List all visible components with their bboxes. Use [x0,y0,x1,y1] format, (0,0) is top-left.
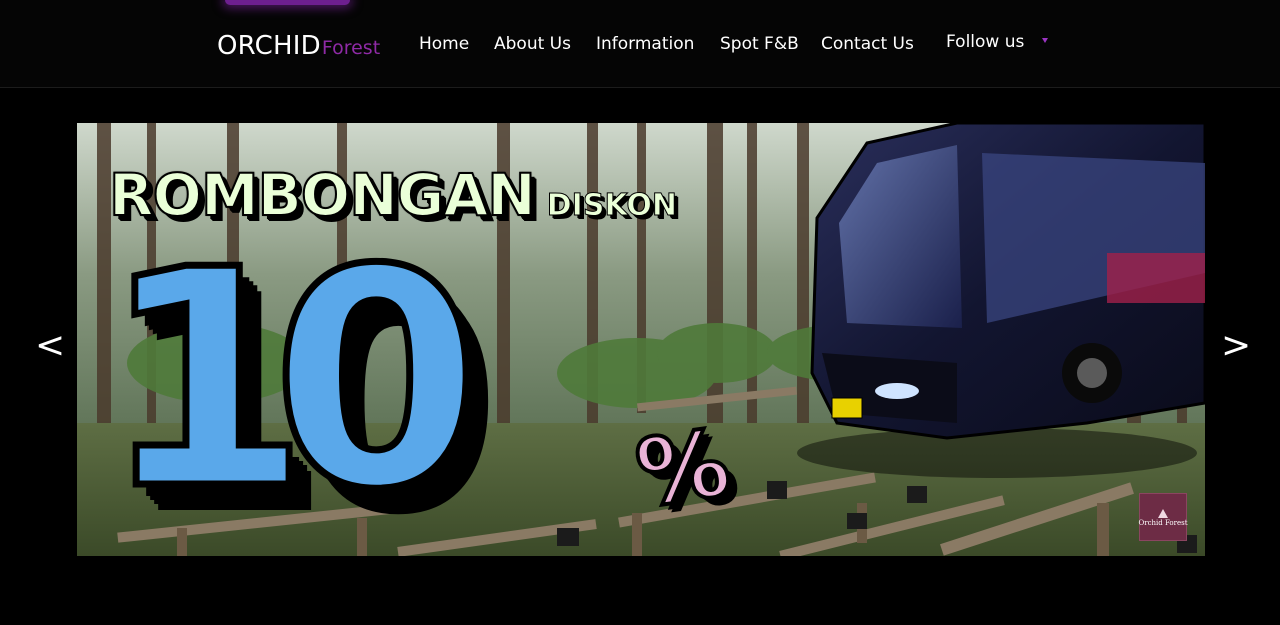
promo-carousel: < ROMBONGAN DISKON 10 % Orchid Forest > [0,88,1280,625]
active-indicator [225,0,350,5]
carousel-prev-button[interactable]: < [35,325,65,366]
orchid-logo-icon [1158,508,1168,518]
brand-logo[interactable]: ORCHID Forest [217,31,380,61]
promo-slide[interactable]: ROMBONGAN DISKON 10 % Orchid Forest [77,123,1205,556]
site-header: ORCHID Forest Home About Us Information … [0,0,1280,88]
headline-diskon: DISKON [546,188,677,224]
brand-accent: Forest [321,37,381,59]
watermark-text: Orchid Forest [1138,518,1188,527]
orchid-forest-watermark: Orchid Forest [1138,493,1188,541]
caret-down-icon [1042,37,1049,43]
brand-name: ORCHID [217,31,321,61]
nav-contact-us[interactable]: Contact Us [821,34,914,54]
nav-information[interactable]: Information [596,34,694,54]
carousel-next-button[interactable]: > [1221,325,1251,366]
nav-about-us[interactable]: About Us [494,34,571,54]
nav-spot-fb[interactable]: Spot F&B [720,34,799,54]
discount-number: 10 [97,206,484,555]
follow-us-label: Follow us [946,32,1025,52]
follow-us-dropdown[interactable]: Follow us [946,32,1049,52]
percent-sign: % [628,407,738,530]
nav-home[interactable]: Home [419,34,469,54]
